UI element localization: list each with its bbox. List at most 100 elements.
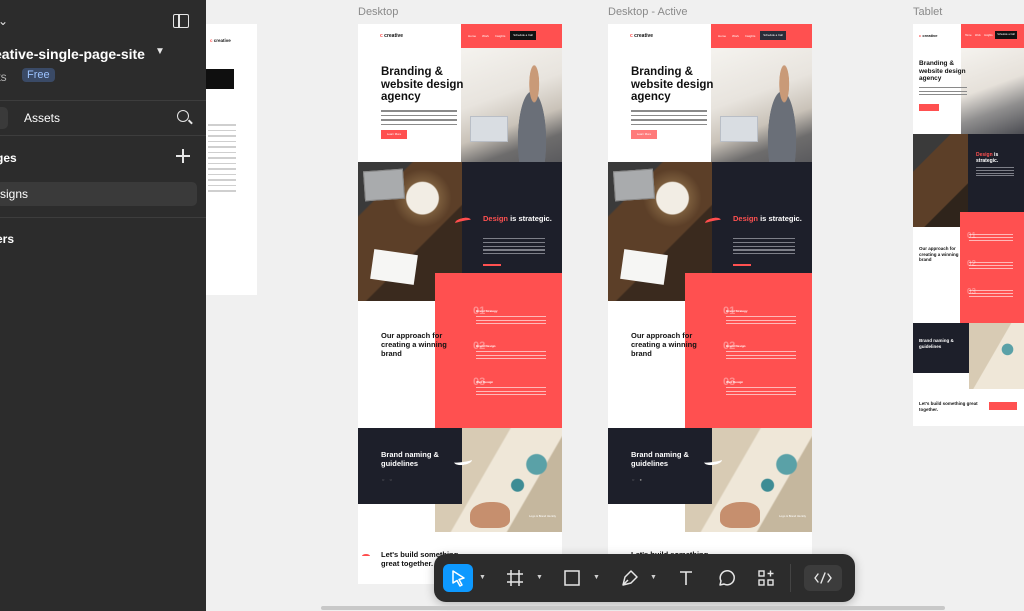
nav-item: Insights: [495, 34, 506, 38]
design-title: Design is strategic.: [483, 214, 552, 223]
desktop-active-frame[interactable]: c creative Home Work Insights Schedule a…: [608, 24, 812, 584]
desktop-frame[interactable]: c creative Home Work Insights Schedule a…: [358, 24, 562, 584]
nav-item: Insights: [984, 34, 993, 37]
design-link: [483, 264, 501, 266]
main-menu-chevron-icon[interactable]: ⌄: [0, 14, 8, 28]
nav-item: Work: [732, 34, 739, 38]
hero-button: [919, 104, 939, 111]
nav-item: Work: [482, 34, 489, 38]
frame-text-lines: [208, 124, 236, 196]
step-item: 03 Web Design: [723, 376, 796, 398]
hero-title: Branding & website design agency: [631, 66, 714, 103]
hero-person: [510, 64, 554, 174]
step-item: 03: [967, 287, 1013, 297]
file-menu-chevron-icon[interactable]: ▼: [155, 46, 165, 57]
sidebar-divider: [0, 217, 206, 218]
page-item-designs[interactable]: signs: [0, 182, 197, 206]
pen-tool-chevron-icon[interactable]: ▼: [650, 574, 657, 581]
desk-notebook: [620, 249, 668, 285]
tablet-frame[interactable]: c creative Home Work Insights Schedule a…: [913, 24, 1024, 426]
plan-badge: Free: [22, 68, 55, 82]
toggle-sidebar-icon[interactable]: [173, 14, 189, 28]
desk-laptop: [363, 168, 405, 202]
shape-tool-chevron-icon[interactable]: ▼: [593, 574, 600, 581]
hero-title: Branding & website design agency: [381, 66, 464, 103]
nav-item: Home: [468, 34, 477, 38]
hero-button: Learn More: [381, 130, 407, 139]
hero-monitor: [720, 116, 758, 142]
file-name[interactable]: eative-single-page-site: [0, 46, 145, 62]
desk-laptop: [613, 168, 655, 202]
text-tool[interactable]: [671, 564, 701, 592]
hero-text-lines: [631, 110, 707, 128]
sidebar-topbar: ⌄: [0, 0, 206, 44]
site-logo: c creative: [919, 33, 938, 38]
mobile-frame[interactable]: c creative: [206, 24, 257, 295]
step-item: 02 Brand Design: [473, 340, 546, 362]
frame-logo: c creative: [210, 38, 231, 43]
book-caption: Logo & Brand Identity: [779, 514, 806, 518]
step-item: 03 Web Design: [473, 376, 546, 398]
pages-section-label: ges: [0, 151, 17, 165]
layers-section-label: ers: [0, 232, 15, 246]
code-icon: [814, 572, 832, 584]
design-text-lines: [733, 238, 795, 257]
actions-tool[interactable]: [751, 564, 781, 592]
bottom-toolbar: ▼ ▼ ▼ ▼: [434, 554, 855, 602]
step-item: 01 Brand Strategy: [723, 305, 796, 327]
frame-dark-block: [206, 69, 234, 89]
figma-app: ⌄ eative-single-page-site ▼ fts Free Ass…: [0, 0, 1024, 611]
frame-label-desktop[interactable]: Desktop: [358, 6, 398, 18]
hero-person: [760, 64, 804, 174]
cta-title: Let's build something great together.: [919, 401, 978, 412]
tab-file[interactable]: [0, 107, 8, 129]
page-item-label: signs: [0, 187, 29, 201]
horizontal-scrollbar[interactable]: [321, 606, 945, 610]
left-sidebar: ⌄ eative-single-page-site ▼ fts Free Ass…: [0, 0, 206, 611]
book-caption: Logo & Brand Identity: [529, 514, 556, 518]
design-canvas[interactable]: c creative Desktop c creative Home Work …: [206, 0, 1024, 611]
rectangle-icon: [564, 570, 580, 586]
dev-mode-toggle[interactable]: [804, 565, 842, 591]
cta-accent: [362, 554, 370, 558]
pen-tool[interactable]: [614, 564, 644, 592]
frame-label-tablet[interactable]: Tablet: [913, 6, 942, 18]
brand-title: Brand naming & guidelines: [631, 450, 689, 468]
frame-tool-chevron-icon[interactable]: ▼: [536, 574, 543, 581]
site-logo: c creative: [380, 33, 404, 39]
frame-tool[interactable]: [500, 564, 530, 592]
hero-button: Learn More: [631, 130, 657, 139]
design-link: [733, 264, 751, 266]
approach-title: Our approach for creating a winning bran…: [631, 331, 697, 358]
step-item: 02: [967, 259, 1013, 269]
move-tool-chevron-icon[interactable]: ▼: [479, 574, 486, 581]
hero-text-lines: [919, 87, 967, 98]
book-hand: [720, 502, 760, 528]
tab-assets[interactable]: Assets: [24, 111, 60, 125]
step-item: 01 Brand Strategy: [473, 305, 546, 327]
text-icon: [680, 571, 692, 585]
design-text-lines: [483, 238, 545, 257]
sidebar-tabs: Assets: [0, 100, 206, 136]
comment-tool[interactable]: [711, 564, 741, 592]
frame-icon: [507, 570, 523, 586]
comment-icon: [719, 570, 735, 586]
hero-monitor: [470, 116, 508, 142]
hero-title: Branding & website design agency: [919, 60, 966, 82]
design-title: Design is strategic.: [976, 152, 999, 164]
cta-button: [989, 402, 1017, 410]
nav-item: Work: [975, 34, 981, 37]
nav-item: Insights: [745, 34, 756, 38]
design-text-lines: [976, 167, 1014, 178]
approach-title: Our approach for creating a winning bran…: [919, 246, 959, 262]
drafts-label[interactable]: fts: [0, 70, 7, 84]
step-item: 01: [967, 231, 1013, 241]
book-hand: [470, 502, 510, 528]
search-icon[interactable]: [177, 110, 189, 122]
desk-notebook: [370, 249, 418, 285]
move-tool[interactable]: [443, 564, 473, 592]
brand-title: Brand naming & guidelines: [381, 450, 439, 468]
shape-tool[interactable]: [557, 564, 587, 592]
add-page-icon[interactable]: [176, 149, 190, 163]
frame-label-desktop-active[interactable]: Desktop - Active: [608, 6, 687, 18]
